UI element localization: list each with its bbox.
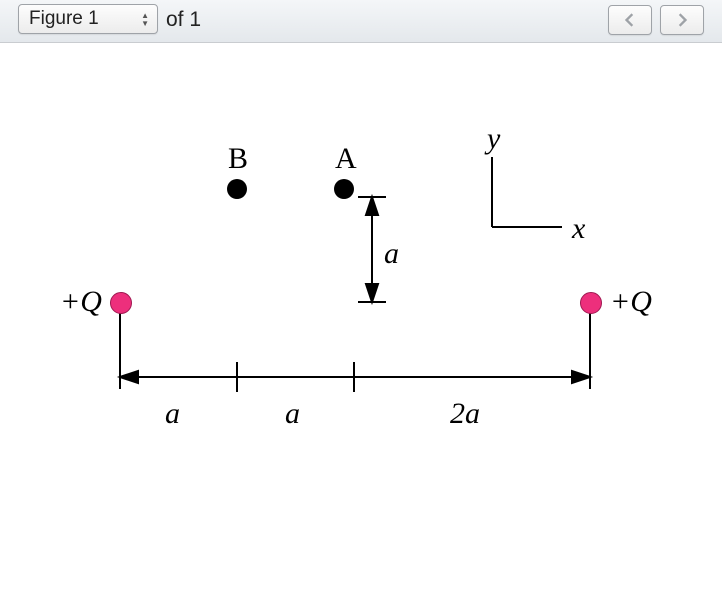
label-point-b: B: [228, 142, 248, 176]
charge-left: [110, 292, 132, 314]
chevron-right-icon: [676, 13, 688, 27]
diagram-canvas: B A y x +Q +Q a a a 2a: [0, 42, 722, 606]
charge-label-left: +Q: [60, 285, 102, 319]
prev-button[interactable]: [608, 5, 652, 35]
point-b: [227, 179, 247, 199]
axis-label-y: y: [487, 122, 500, 156]
chevron-left-icon: [624, 13, 636, 27]
dim-label-h2: a: [285, 397, 300, 431]
figure-selector-label: Figure 1: [29, 8, 99, 30]
label-point-a: A: [335, 142, 357, 176]
axis-label-x: x: [572, 212, 585, 246]
point-a: [334, 179, 354, 199]
figure-count-label: of 1: [166, 8, 201, 32]
next-button[interactable]: [660, 5, 704, 35]
dim-label-h1: a: [165, 397, 180, 431]
charge-label-right: +Q: [610, 285, 652, 319]
toolbar: Figure 1 ▲▼ of 1: [0, 0, 722, 43]
dim-label-h3: 2a: [450, 397, 480, 431]
figure-selector[interactable]: Figure 1 ▲▼: [18, 4, 158, 34]
dim-label-vertical: a: [384, 237, 399, 271]
stepper-icon: ▲▼: [141, 12, 149, 27]
charge-right: [580, 292, 602, 314]
